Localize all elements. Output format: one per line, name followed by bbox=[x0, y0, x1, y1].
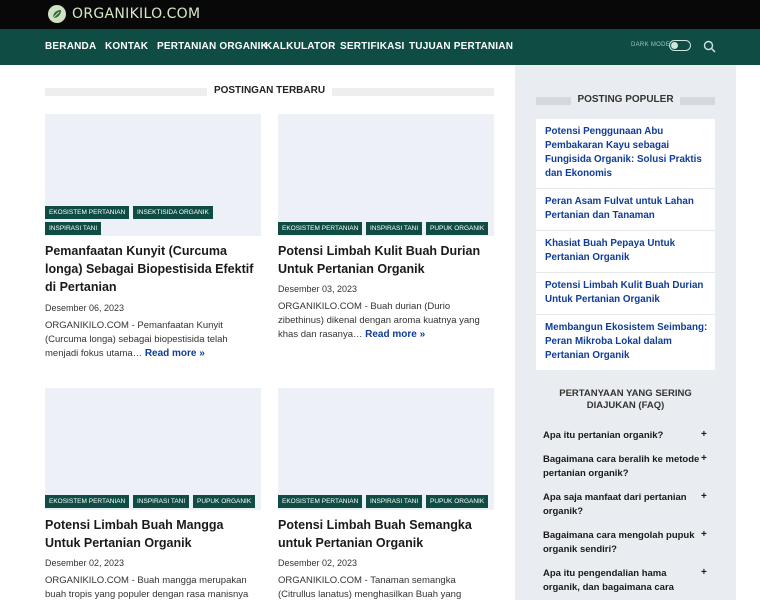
divider bbox=[536, 314, 715, 315]
post-excerpt: ORGANIKILO.COM - Tanaman semangka (Citru… bbox=[278, 574, 492, 600]
divider bbox=[536, 188, 715, 189]
page-gutter bbox=[736, 65, 760, 600]
post-thumbnail[interactable] bbox=[45, 388, 261, 510]
dark-mode-toggle[interactable] bbox=[669, 40, 691, 51]
leaf-logo-icon bbox=[48, 5, 66, 23]
post-excerpt: ORGANIKILO.COM - Buah mangga merupakan b… bbox=[45, 574, 259, 600]
post-tag[interactable]: INSPIRASI TANI bbox=[366, 222, 423, 235]
post-tag[interactable]: PUPUK ORGANIK bbox=[426, 222, 489, 235]
top-bar: ORGANIKILO.COM bbox=[0, 0, 760, 29]
plus-icon[interactable]: + bbox=[701, 567, 707, 578]
search-icon[interactable] bbox=[703, 40, 716, 53]
post-title[interactable]: Potensi Limbah Buah Mangga Untuk Pertani… bbox=[45, 516, 261, 552]
main-content: POSTINGAN TERBARU EKOSISTEM PERTANIAN IN… bbox=[0, 65, 515, 600]
post-excerpt-text: ORGANIKILO.COM - Tanaman semangka (Citru… bbox=[278, 575, 462, 600]
post-date: Desember 02, 2023 bbox=[45, 558, 125, 568]
popular-post-link[interactable]: Khasiat Buah Pepaya Untuk Pertanian Orga… bbox=[545, 237, 709, 265]
divider bbox=[536, 230, 715, 231]
post-excerpt: ORGANIKILO.COM - Pemanfaatan Kunyit (Cur… bbox=[45, 319, 259, 361]
plus-icon[interactable]: + bbox=[701, 429, 707, 440]
post-excerpt-text: ORGANIKILO.COM - Buah mangga merupakan b… bbox=[45, 575, 249, 600]
popular-posts-heading-text: POSTING POPULER bbox=[571, 94, 680, 105]
post-tag[interactable]: EKOSISTEM PERTANIAN bbox=[278, 495, 363, 508]
popular-post-link[interactable]: Peran Asam Fulvat untuk Lahan Pertanian … bbox=[545, 195, 709, 223]
post-date: Desember 02, 2023 bbox=[278, 558, 358, 568]
dark-mode-label: DARK MODE bbox=[631, 42, 671, 48]
faq-question[interactable]: Apa saja manfaat dari pertanian organik? bbox=[543, 491, 703, 519]
plus-icon[interactable]: + bbox=[701, 491, 707, 502]
latest-posts-heading-text: POSTINGAN TERBARU bbox=[206, 85, 333, 96]
post-thumbnail[interactable] bbox=[278, 114, 494, 236]
popular-post-link[interactable]: Potensi Penggunaan Abu Pembakaran Kayu s… bbox=[545, 125, 709, 181]
nav-item-kalkulator[interactable]: KALKULATOR bbox=[265, 29, 336, 65]
divider bbox=[536, 272, 715, 273]
faq-heading: PERTANYAAN YANG SERING DIAJUKAN (FAQ) bbox=[559, 388, 692, 411]
post-tag[interactable]: INSEKTISIDA ORGANIK bbox=[133, 206, 213, 219]
faq-question[interactable]: Apa itu pertanian organik? bbox=[543, 429, 703, 443]
faq-question[interactable]: Bagaimana cara mengolah pupuk organik se… bbox=[543, 529, 703, 557]
post-tag[interactable]: INSPIRASI TANI bbox=[45, 222, 102, 235]
post-tag[interactable]: PUPUK ORGANIK bbox=[193, 495, 256, 508]
sidebar: POSTING POPULER Potensi Penggunaan Abu P… bbox=[515, 65, 736, 600]
read-more-link[interactable]: Read more » bbox=[145, 348, 205, 359]
post-tag[interactable]: PUPUK ORGANIK bbox=[426, 495, 489, 508]
faq-question[interactable]: Apa itu pengendalian hama organik, dan b… bbox=[543, 567, 703, 595]
post-title[interactable]: Pemanfaatan Kunyit (Curcuma longa) Sebag… bbox=[45, 242, 261, 296]
nav-item-beranda[interactable]: BERANDA bbox=[45, 29, 96, 65]
post-title[interactable]: Potensi Limbah Kulit Buah Durian Untuk P… bbox=[278, 242, 494, 278]
plus-icon[interactable]: + bbox=[701, 453, 707, 464]
nav-item-kontak[interactable]: KONTAK bbox=[105, 29, 148, 65]
latest-posts-heading: POSTINGAN TERBARU bbox=[45, 84, 494, 98]
popular-posts-heading: POSTING POPULER bbox=[536, 93, 715, 107]
faq-question[interactable]: Bagaimana cara beralih ke metode pertani… bbox=[543, 453, 703, 481]
site-logo-text: ORGANIKILO.COM bbox=[72, 6, 201, 22]
post-thumbnail[interactable] bbox=[278, 388, 494, 510]
popular-post-link[interactable]: Membangun Ekosistem Seimbang: Peran Mikr… bbox=[545, 321, 709, 363]
post-tag[interactable]: EKOSISTEM PERTANIAN bbox=[278, 222, 363, 235]
main-navigation: BERANDA KONTAK PERTANIAN ORGANIK KALKULA… bbox=[0, 29, 760, 65]
post-excerpt: ORGANIKILO.COM - Buah durian (Durio zibe… bbox=[278, 300, 492, 342]
post-tag[interactable]: INSPIRASI TANI bbox=[366, 495, 423, 508]
popular-post-link[interactable]: Potensi Limbah Kulit Buah Durian Untuk P… bbox=[545, 279, 709, 307]
site-logo[interactable]: ORGANIKILO.COM bbox=[48, 5, 200, 23]
popular-posts-list: Potensi Penggunaan Abu Pembakaran Kayu s… bbox=[536, 119, 715, 370]
nav-item-tujuan-pertanian[interactable]: TUJUAN PERTANIAN bbox=[409, 29, 513, 65]
nav-item-pertanian-organik[interactable]: PERTANIAN ORGANIK bbox=[157, 29, 268, 65]
plus-icon[interactable]: + bbox=[701, 529, 707, 540]
post-date: Desember 06, 2023 bbox=[45, 303, 125, 313]
post-date: Desember 03, 2023 bbox=[278, 284, 358, 294]
nav-item-sertifikasi[interactable]: SERTIFIKASI bbox=[340, 29, 404, 65]
post-title[interactable]: Potensi Limbah Buah Semangka untuk Perta… bbox=[278, 516, 494, 552]
post-tag[interactable]: INSPIRASI TANI bbox=[133, 495, 190, 508]
toggle-knob bbox=[671, 42, 678, 49]
read-more-link[interactable]: Read more » bbox=[365, 329, 425, 340]
post-tag[interactable]: EKOSISTEM PERTANIAN bbox=[45, 495, 130, 508]
post-tag[interactable]: EKOSISTEM PERTANIAN bbox=[45, 206, 130, 219]
